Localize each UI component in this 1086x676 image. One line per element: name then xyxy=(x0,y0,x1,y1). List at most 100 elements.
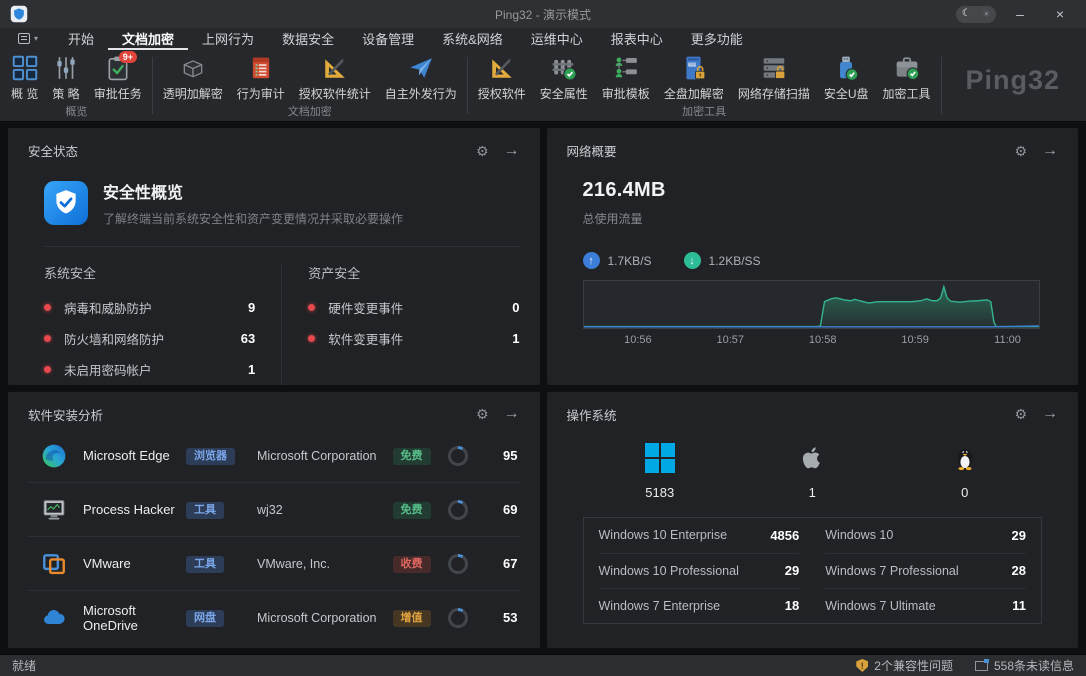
list-item[interactable]: 硬件变更事件 0 xyxy=(308,298,519,317)
authorized-software-stats-button[interactable]: 授权软件统计 xyxy=(292,50,378,102)
tab-report-center[interactable]: 报表中心 xyxy=(597,28,677,50)
tab-start[interactable]: 开始 xyxy=(54,28,108,50)
score-value: 95 xyxy=(478,448,520,463)
network-storage-scan-button[interactable]: 网络存储扫描 xyxy=(731,50,817,102)
score-ring xyxy=(448,554,468,574)
behavior-audit-button[interactable]: 行为审计 xyxy=(230,50,292,102)
linux-tux-icon xyxy=(929,442,1001,474)
list-item[interactable]: 防火墙和网络防护 63 xyxy=(44,329,255,348)
network-storage-scan-icon xyxy=(761,55,787,81)
transparent-encryption-button[interactable]: 透明加解密 xyxy=(156,50,230,102)
policy-sliders-icon xyxy=(53,55,79,81)
outgoing-behavior-plane-icon xyxy=(408,55,434,81)
tab-system-network[interactable]: 系统&网络 xyxy=(428,28,517,50)
ribbon-separator xyxy=(941,57,942,114)
tab-more-features[interactable]: 更多功能 xyxy=(677,28,757,50)
chevron-down-icon: ▾ xyxy=(34,34,38,43)
moon-icon[interactable]: ☾ xyxy=(962,9,971,19)
price-badge: 免费 xyxy=(393,502,431,519)
vmware-icon xyxy=(41,551,67,577)
panel-operating-system: 操作系统 ⚙ → 5183 1 xyxy=(547,392,1079,649)
panel-title: 操作系统 xyxy=(567,405,617,424)
category-badge: 工具 xyxy=(186,502,224,519)
menubar: ▾ 开始 文档加密 上网行为 数据安全 设备管理 系统&网络 运维中心 报表中心… xyxy=(0,28,1086,50)
sun-icon[interactable]: ☀ xyxy=(982,10,990,19)
network-chart-svg xyxy=(584,281,1040,328)
tab-web-behavior[interactable]: 上网行为 xyxy=(188,28,268,50)
list-item[interactable]: 未启用密码帐户 1 xyxy=(44,360,255,379)
upload-speed: ↑ 1.7KB/S xyxy=(583,252,652,269)
download-arrow-icon: ↓ xyxy=(684,252,701,269)
edge-icon xyxy=(41,443,67,469)
ribbon-separator xyxy=(152,57,153,114)
category-badge: 网盘 xyxy=(186,610,224,627)
alert-dot-icon xyxy=(44,304,51,311)
ribbon-group-label: 加密工具 xyxy=(471,102,938,123)
app-menu-button[interactable]: ▾ xyxy=(6,28,48,50)
open-arrow-icon[interactable]: → xyxy=(504,406,520,422)
settings-gear-icon[interactable]: ⚙ xyxy=(1014,144,1027,158)
ribbon-group-doc-encryption: 透明加解密 行为审计 授权软件统计 自主外发行为 文档加密 xyxy=(156,50,464,121)
total-traffic-value: 216.4MB xyxy=(547,166,1079,202)
price-badge: 收费 xyxy=(393,556,431,573)
dashboard: 安全状态 ⚙ → 安全性概览 了解终端当前系统安全性和资产变更情况并采取必要操作 xyxy=(0,122,1086,654)
approval-count-badge: 9+ xyxy=(119,51,137,63)
category-badge: 工具 xyxy=(186,556,224,573)
panel-title: 软件安装分析 xyxy=(28,405,103,424)
secure-usb-button[interactable]: 安全U盘 xyxy=(817,50,876,102)
ribbon-group-label: 文档加密 xyxy=(156,102,464,123)
network-traffic-chart xyxy=(583,280,1041,329)
security-attribute-button[interactable]: 安全属性 xyxy=(533,50,595,102)
unread-messages[interactable]: 558条未读信息 xyxy=(975,657,1074,674)
score-value: 67 xyxy=(478,556,520,571)
security-attribute-icon xyxy=(551,55,577,81)
tab-data-security[interactable]: 数据安全 xyxy=(268,28,348,50)
behavior-audit-icon xyxy=(248,55,274,81)
list-item[interactable]: 病毒和威胁防护 9 xyxy=(44,298,255,317)
table-row: Windows 10 Enterprise4856 Windows 1029 xyxy=(584,518,1042,553)
open-arrow-icon[interactable]: → xyxy=(504,143,520,159)
approval-tasks-button[interactable]: 9+ 审批任务 xyxy=(87,50,149,102)
software-row[interactable]: Process Hacker 工具 wj32 免费 69 xyxy=(28,483,520,537)
security-overview: 安全性概览 了解终端当前系统安全性和资产变更情况并采取必要操作 xyxy=(8,166,540,246)
software-row[interactable]: Microsoft Edge 浏览器 Microsoft Corporation… xyxy=(28,430,520,484)
score-ring xyxy=(448,446,468,466)
policy-button[interactable]: 策 略 xyxy=(45,50,86,102)
software-row[interactable]: VMware 工具 VMware, Inc. 收费 67 xyxy=(28,537,520,591)
list-item[interactable]: 软件变更事件 1 xyxy=(308,329,519,348)
authorized-software-button[interactable]: 授权软件 xyxy=(471,50,533,102)
total-traffic-label: 总使用流量 xyxy=(547,202,1079,227)
theme-toggle[interactable]: ☾ ☀ xyxy=(956,6,996,23)
settings-gear-icon[interactable]: ⚙ xyxy=(476,144,489,158)
approval-template-button[interactable]: 审批模板 xyxy=(595,50,657,102)
table-row: Windows 7 Enterprise18 Windows 7 Ultimat… xyxy=(584,588,1042,623)
settings-gear-icon[interactable]: ⚙ xyxy=(1014,407,1027,421)
open-arrow-icon[interactable]: → xyxy=(1042,406,1058,422)
compatibility-issues[interactable]: ! 2个兼容性问题 xyxy=(856,657,953,674)
authorized-software-icon xyxy=(489,55,515,81)
settings-gear-icon[interactable]: ⚙ xyxy=(476,407,489,421)
software-row[interactable]: Microsoft OneDrive 网盘 Microsoft Corporat… xyxy=(28,591,520,644)
ribbon-group-label: 概览 xyxy=(4,102,149,123)
list-menu-icon xyxy=(18,33,30,44)
tab-ops-center[interactable]: 运维中心 xyxy=(517,28,597,50)
overview-button[interactable]: 概 览 xyxy=(4,50,45,102)
alert-dot-icon xyxy=(44,335,51,342)
chart-x-axis: 10:5610:5710:5810:5911:00 xyxy=(583,334,1041,348)
encryption-tools-button[interactable]: 加密工具 xyxy=(876,50,938,102)
full-disk-encryption-button[interactable]: SSD 全盘加解密 xyxy=(657,50,731,102)
process-hacker-icon xyxy=(41,497,67,523)
tab-document-encryption[interactable]: 文档加密 xyxy=(108,28,188,50)
authorized-software-stats-icon xyxy=(322,55,348,81)
security-shield-icon xyxy=(44,181,88,225)
tab-device-management[interactable]: 设备管理 xyxy=(348,28,428,50)
close-button[interactable]: × xyxy=(1044,6,1076,22)
panel-title: 安全状态 xyxy=(28,141,78,160)
table-row: Windows 10 Professional29 Windows 7 Prof… xyxy=(584,553,1042,588)
outgoing-behavior-button[interactable]: 自主外发行为 xyxy=(378,50,464,102)
minimize-button[interactable]: – xyxy=(1004,6,1036,22)
open-arrow-icon[interactable]: → xyxy=(1042,143,1058,159)
panel-software-analysis: 软件安装分析 ⚙ → Microsoft Edge 浏览器 Microsoft … xyxy=(8,392,540,649)
panel-title: 网络概要 xyxy=(567,141,617,160)
alert-dot-icon xyxy=(44,366,51,373)
